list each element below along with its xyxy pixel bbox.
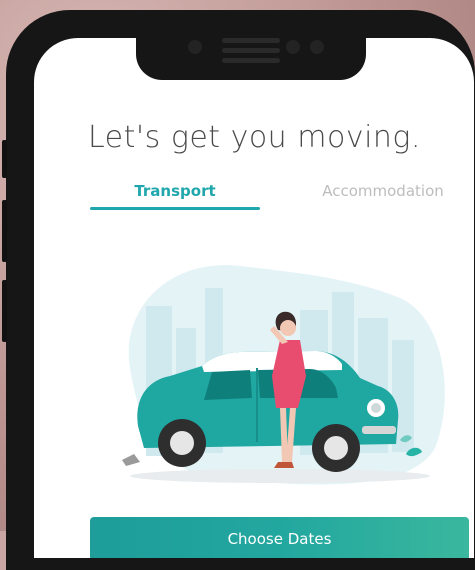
car-door-line [256,368,258,442]
rock-decoration [122,454,140,466]
car-hubcap [324,436,348,460]
speaker-grille [222,38,280,43]
page-title: Let's get you moving. [88,120,421,155]
car-hubcap [170,431,194,455]
phone-frame: Let's get you moving. Transport Accommod… [2,10,475,570]
side-button [2,200,7,262]
sensor-dot [286,40,300,54]
choose-dates-button[interactable]: Choose Dates [90,517,469,558]
speaker-grille [222,48,280,53]
tab-accommodation[interactable]: Accommodation [304,182,462,200]
car-headlight [371,403,381,413]
woman-head [280,320,296,336]
sensor-dot [310,40,324,54]
app-screen: Let's get you moving. Transport Accommod… [34,38,474,558]
phone-notch [136,26,366,80]
tab-transport[interactable]: Transport [90,182,260,200]
side-button [2,280,7,342]
camera-dot [188,40,202,54]
car-grille [362,426,396,434]
side-button [2,140,7,178]
ground-shadow [130,469,430,483]
active-tab-indicator [90,207,260,210]
speaker-grille [222,58,280,63]
woman-leaning-on-car-illustration [122,265,445,485]
